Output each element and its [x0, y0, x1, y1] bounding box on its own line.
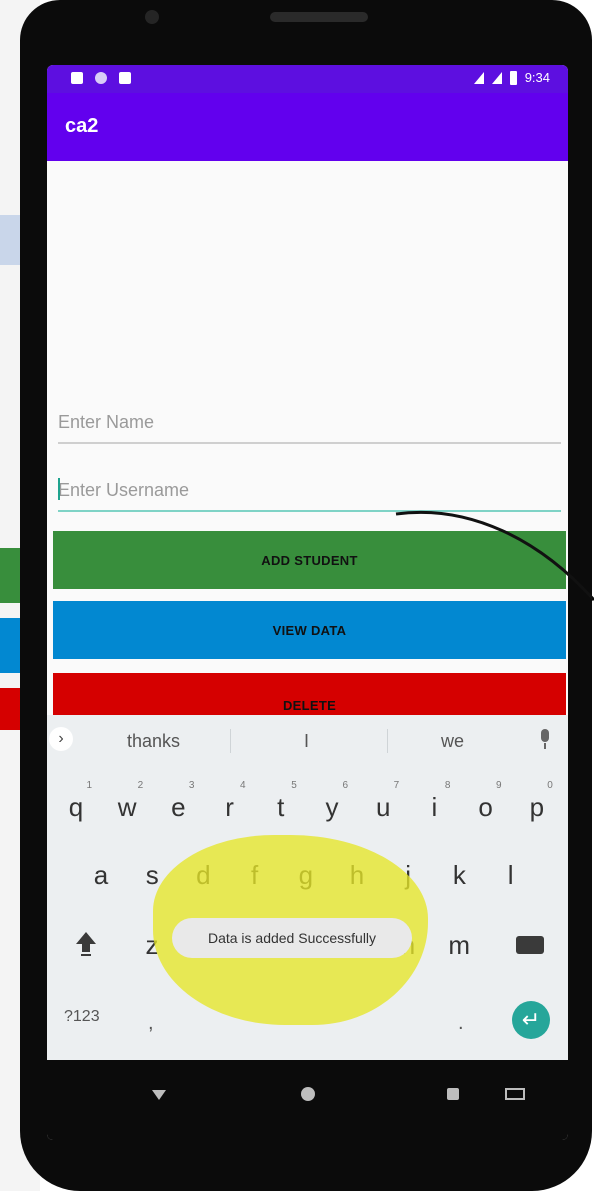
- suggestion-1[interactable]: thanks: [127, 731, 180, 752]
- key-hint: 4: [240, 780, 246, 791]
- key-hint: 0: [547, 780, 553, 791]
- navigation-bar: [47, 1060, 568, 1140]
- enter-key[interactable]: ↵: [512, 1001, 550, 1039]
- speaker-grille: [270, 12, 368, 22]
- view-data-button[interactable]: VIEW DATA: [53, 601, 566, 659]
- suggestion-divider: [230, 729, 231, 753]
- status-bar: 9:34: [47, 65, 568, 93]
- key-w[interactable]: w2: [105, 780, 149, 832]
- key-o[interactable]: o9: [464, 780, 508, 832]
- key-u[interactable]: u7: [361, 780, 405, 832]
- key-e[interactable]: e3: [156, 780, 200, 832]
- symbols-key[interactable]: ?123: [64, 1008, 100, 1026]
- name-input[interactable]: [58, 402, 561, 444]
- key-q[interactable]: q1: [54, 780, 98, 832]
- microphone-icon[interactable]: [539, 729, 551, 751]
- comma-key[interactable]: ,: [148, 1012, 154, 1035]
- background-selection: [0, 215, 20, 265]
- delete-button[interactable]: DELETE: [53, 673, 566, 715]
- keyboard-switch-icon[interactable]: [505, 1088, 525, 1100]
- key-m[interactable]: m: [437, 920, 481, 970]
- recents-icon[interactable]: [447, 1088, 459, 1100]
- username-input[interactable]: [58, 470, 561, 512]
- front-camera: [145, 10, 159, 24]
- key-hint: 3: [188, 780, 195, 791]
- key-y[interactable]: y6: [310, 780, 354, 832]
- add-student-button[interactable]: ADD STUDENT: [53, 531, 566, 589]
- suggestion-2[interactable]: I: [304, 731, 309, 752]
- key-hint: 2: [137, 780, 144, 791]
- key-a[interactable]: a: [79, 850, 123, 900]
- key-hint: 6: [342, 780, 348, 791]
- suggestion-divider: [387, 729, 388, 753]
- key-hint: 1: [86, 780, 92, 791]
- notification-icon: [71, 72, 83, 84]
- status-time: 9:34: [524, 70, 550, 85]
- suggestion-3[interactable]: we: [441, 731, 464, 752]
- background-blue-strip: [0, 618, 20, 673]
- toast-message: Data is added Successfully: [172, 918, 412, 958]
- app-title: ca2: [65, 115, 99, 137]
- back-icon[interactable]: [152, 1090, 166, 1100]
- key-r[interactable]: r4: [208, 780, 252, 832]
- background-red-strip: [0, 688, 20, 730]
- wifi-icon: [473, 71, 484, 84]
- key-i[interactable]: i8: [412, 780, 456, 832]
- key-k[interactable]: k: [437, 850, 481, 900]
- key-hint: 7: [393, 780, 400, 791]
- signal-icon: [491, 71, 502, 84]
- key-hint: 8: [444, 780, 451, 791]
- battery-icon: [509, 70, 517, 85]
- key-hint: 5: [291, 780, 297, 791]
- suggestion-strip: › thanks I we: [47, 715, 568, 767]
- chevron-right-icon[interactable]: ›: [49, 727, 73, 751]
- shift-icon[interactable]: [74, 930, 98, 958]
- sd-card-icon: [119, 72, 131, 84]
- key-t[interactable]: t5: [259, 780, 303, 832]
- sync-icon: [95, 72, 107, 84]
- backspace-icon[interactable]: [516, 936, 544, 954]
- home-icon[interactable]: [301, 1087, 315, 1101]
- key-l[interactable]: l: [489, 850, 533, 900]
- period-key[interactable]: .: [458, 1012, 464, 1035]
- key-p[interactable]: p0: [515, 780, 559, 832]
- key-hint: 9: [496, 780, 502, 791]
- background-green-strip: [0, 548, 20, 603]
- text-cursor: [58, 478, 60, 500]
- app-bar: ca2: [47, 93, 568, 161]
